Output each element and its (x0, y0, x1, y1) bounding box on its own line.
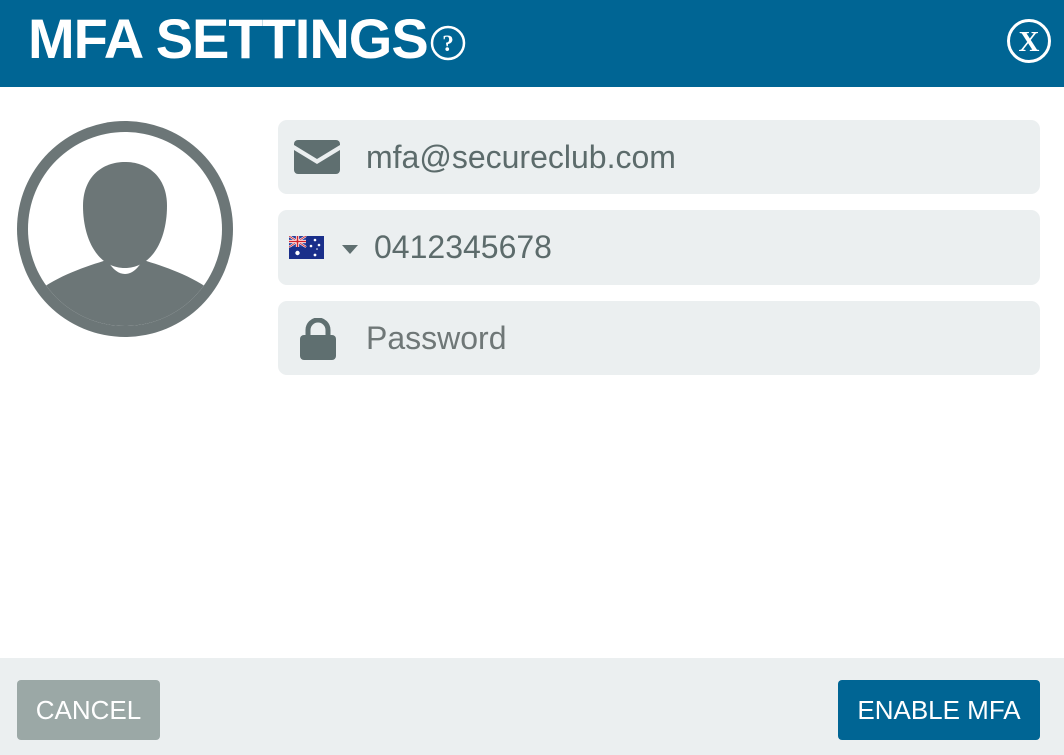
help-icon[interactable]: ? (430, 25, 466, 61)
caret-down-icon[interactable] (341, 244, 359, 255)
enable-mfa-button[interactable]: ENABLE MFA (838, 680, 1040, 740)
phone-input[interactable] (374, 210, 1024, 285)
password-input[interactable] (366, 301, 1026, 375)
close-button[interactable]: X (1006, 18, 1052, 64)
lock-icon (300, 318, 336, 360)
phone-field-container (278, 210, 1040, 285)
cancel-button[interactable]: CANCEL (17, 680, 160, 740)
dialog-header: MFA SETTINGS ? X (0, 0, 1064, 87)
email-field-container (278, 120, 1040, 194)
close-icon: X (1019, 26, 1040, 58)
australia-flag-icon (289, 236, 324, 259)
dialog-title: MFA SETTINGS (28, 7, 429, 70)
dialog-footer: CANCEL ENABLE MFA (0, 658, 1064, 755)
password-field-container (278, 301, 1040, 375)
envelope-icon (294, 140, 340, 174)
email-input[interactable] (366, 120, 1026, 194)
help-symbol: ? (442, 31, 454, 56)
user-avatar-icon (17, 121, 233, 337)
